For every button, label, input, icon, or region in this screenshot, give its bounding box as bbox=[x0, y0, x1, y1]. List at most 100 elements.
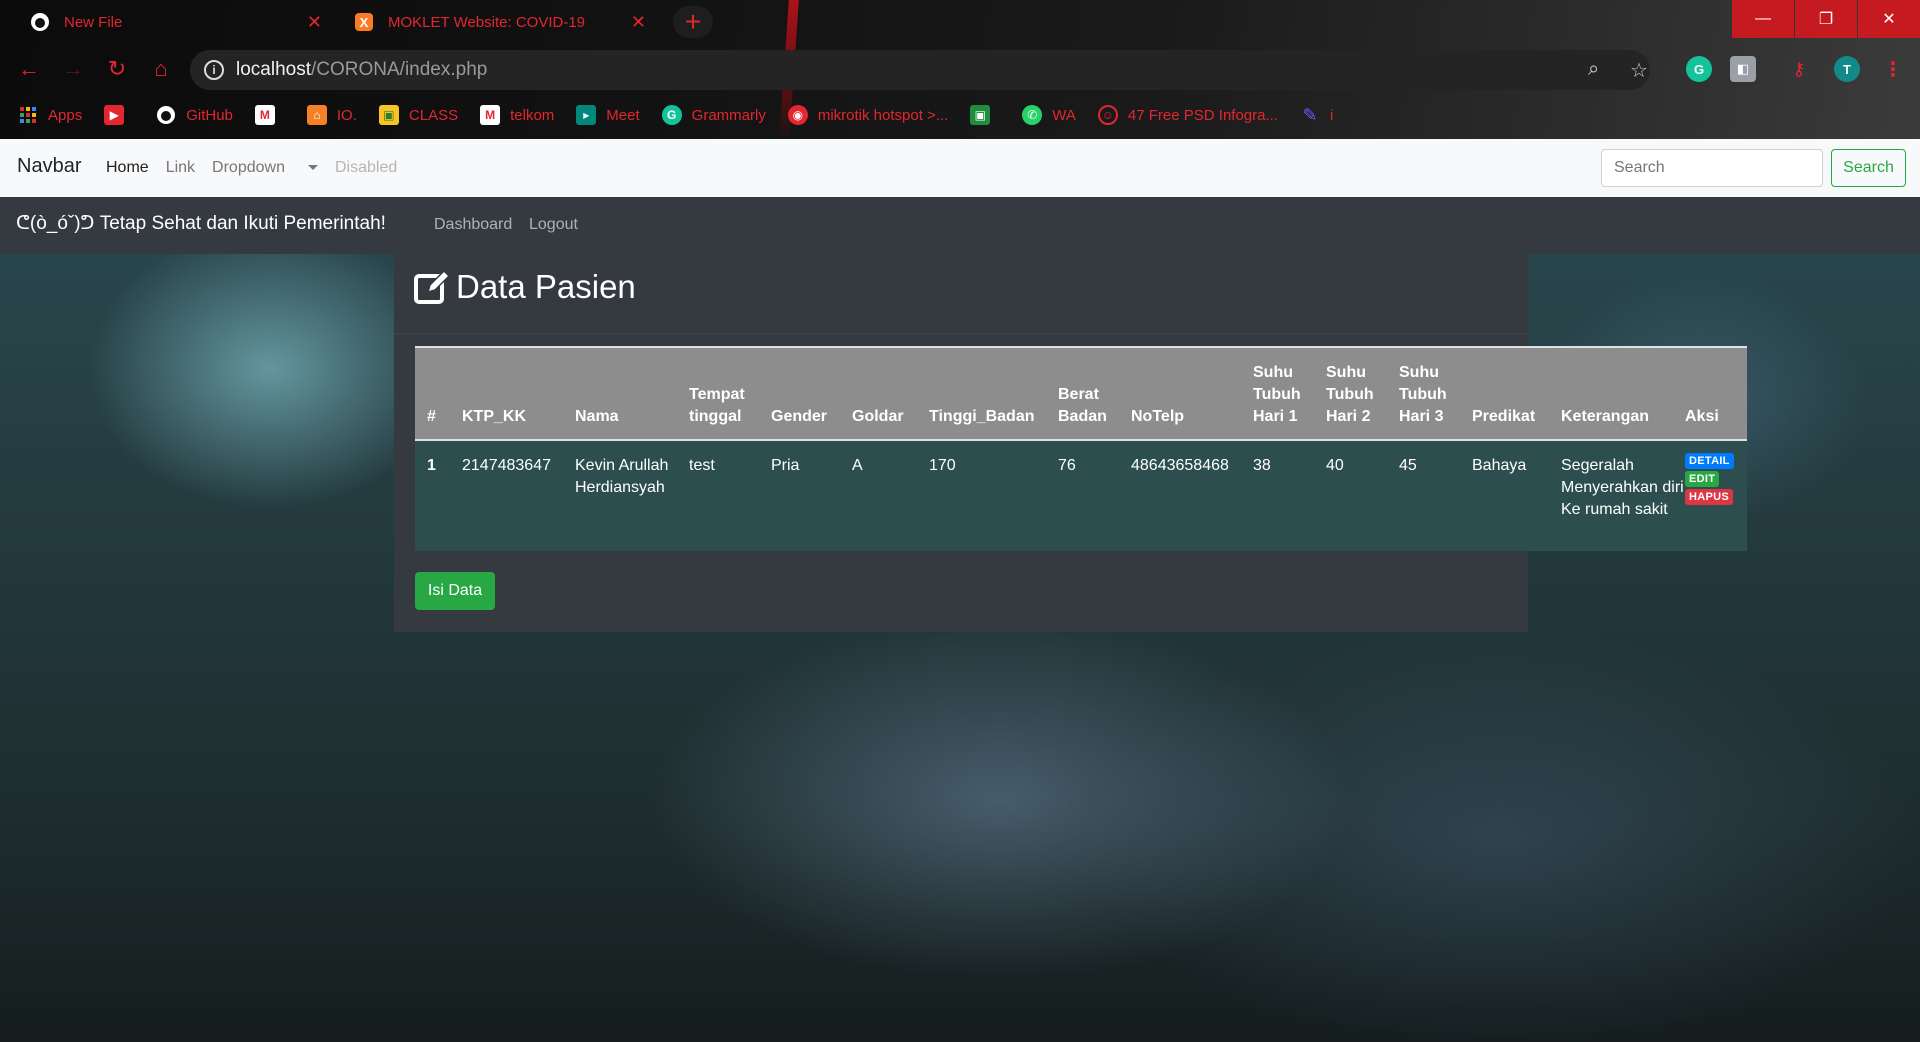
bookmarks-bar: Apps ▶ GitHub M ⌂ IO. ▣ CLASS M telkom ▸ bbox=[0, 98, 1920, 132]
zoom-icon[interactable]: ⌕ bbox=[1588, 58, 1599, 81]
top-navbar: Navbar Home Link Dropdown Disabled Searc… bbox=[0, 139, 1920, 197]
secondary-navbar: ᕦ(ò_óˇ)ᕤ Tetap Sehat dan Ikuti Pemerinta… bbox=[0, 197, 1920, 254]
browser-tab-2[interactable]: X MOKLET Website: COVID-19 ✕ bbox=[340, 4, 658, 40]
bookmark-i[interactable]: ✎ i bbox=[1300, 105, 1333, 125]
bookmark-io[interactable]: ⌂ IO. bbox=[306, 105, 357, 125]
profile-avatar[interactable]: T bbox=[1834, 56, 1860, 82]
add-data-button[interactable]: Isi Data bbox=[415, 572, 495, 610]
grammarly-icon: G bbox=[661, 105, 682, 125]
forward-arrow-icon[interactable]: → bbox=[58, 54, 88, 84]
feather-icon: ✎ bbox=[1302, 104, 1318, 125]
bookmark-telkom[interactable]: M telkom bbox=[480, 105, 554, 125]
col-header-berat: Berat Badan bbox=[1058, 386, 1107, 425]
cell-aksi: DETAIL EDIT HAPUS bbox=[1685, 440, 1747, 551]
bookmark-star-icon[interactable]: ☆ bbox=[1630, 58, 1648, 83]
nav-link[interactable]: Link bbox=[166, 159, 195, 177]
page-title: Data Pasien bbox=[414, 268, 636, 306]
close-tab-icon[interactable]: ✕ bbox=[631, 12, 646, 33]
cell-notelp: 48643658468 bbox=[1131, 457, 1229, 474]
classroom-icon: ▣ bbox=[378, 105, 399, 125]
delete-button[interactable]: HAPUS bbox=[1685, 489, 1734, 505]
bookmark-gmail[interactable]: M bbox=[254, 105, 285, 125]
cell-suhu-2: 40 bbox=[1326, 457, 1344, 474]
nav-home-link[interactable]: Home bbox=[106, 159, 149, 177]
col-header-predikat: Predikat bbox=[1472, 408, 1536, 425]
url-text[interactable]: localhost/CORONA/index.php bbox=[236, 59, 487, 81]
table-header-row: # KTP_KK Nama Tempat tinggal Gender Gold… bbox=[415, 347, 1747, 440]
page-viewport: Navbar Home Link Dropdown Disabled Searc… bbox=[0, 139, 1920, 1042]
search-input[interactable] bbox=[1601, 149, 1823, 187]
site-info-icon[interactable]: i bbox=[204, 60, 224, 80]
gmail-icon: M bbox=[254, 105, 275, 125]
restore-icon[interactable]: ❐ bbox=[1795, 0, 1857, 38]
extension-icon[interactable]: ◧ bbox=[1730, 56, 1756, 82]
bookmark-github[interactable]: GitHub bbox=[156, 105, 233, 125]
address-bar[interactable]: i localhost/CORONA/index.php ⌕ ☆ bbox=[190, 50, 1650, 90]
dropdown-label: Dropdown bbox=[212, 159, 285, 176]
search-button[interactable]: Search bbox=[1831, 149, 1906, 187]
patient-card: Data Pasien # KTP_KK Nama Tempat tinggal… bbox=[394, 254, 1747, 632]
close-window-icon[interactable]: ✕ bbox=[1858, 0, 1920, 38]
whatsapp-icon: ✆ bbox=[1022, 105, 1043, 125]
table-row: 1 2147483647 Kevin Arullah Herdiansyah t… bbox=[415, 440, 1747, 551]
bookmark-grammarly[interactable]: G Grammarly bbox=[661, 105, 766, 125]
bookmark-label: CLASS bbox=[408, 106, 459, 124]
cell-ktp: 2147483647 bbox=[462, 457, 551, 474]
cell-keterangan: Segeralah Menyerahkan diri Ke rumah saki… bbox=[1561, 457, 1684, 518]
dashboard-link[interactable]: Dashboard bbox=[434, 216, 512, 234]
logout-link[interactable]: Logout bbox=[529, 216, 578, 234]
tab-title: MOKLET Website: COVID-19 bbox=[388, 13, 586, 31]
browser-toolbar: ← → ↻ ⌂ i localhost/CORONA/index.php ⌕ ☆… bbox=[0, 46, 1920, 94]
col-header-suhu-2: Suhu Tubuh Hari 2 bbox=[1326, 364, 1374, 425]
github-icon bbox=[156, 105, 176, 125]
bookmark-mikrotik[interactable]: ◉ mikrotik hotspot >... bbox=[787, 105, 948, 125]
card-header: Data Pasien bbox=[394, 254, 1528, 334]
col-header-suhu-3: Suhu Tubuh Hari 3 bbox=[1399, 364, 1447, 425]
bookmark-label: Meet bbox=[606, 106, 640, 124]
bookmark-label: GitHub bbox=[186, 106, 233, 124]
reload-icon[interactable]: ↻ bbox=[102, 54, 132, 84]
edit-button[interactable]: EDIT bbox=[1685, 471, 1720, 487]
nav-dropdown[interactable]: Dropdown bbox=[212, 159, 318, 177]
url-host: localhost bbox=[236, 59, 311, 80]
bookmark-classroom[interactable]: ▣ bbox=[970, 105, 1000, 125]
grammarly-extension-icon[interactable]: G bbox=[1686, 56, 1712, 82]
menu-dots-icon[interactable]: ⋮ bbox=[1880, 56, 1906, 82]
navbar-brand[interactable]: Navbar bbox=[17, 155, 81, 178]
home-icon[interactable]: ⌂ bbox=[146, 54, 176, 84]
patient-table: # KTP_KK Nama Tempat tinggal Gender Gold… bbox=[415, 346, 1747, 551]
bookmark-meet[interactable]: ▸ Meet bbox=[576, 105, 640, 125]
bookmark-label: Grammarly bbox=[691, 106, 766, 124]
close-tab-icon[interactable]: ✕ bbox=[307, 12, 322, 33]
col-header-aksi: Aksi bbox=[1685, 408, 1719, 425]
browser-chrome: New File ✕ X MOKLET Website: COVID-19 ✕ … bbox=[0, 0, 1920, 139]
youtube-icon: ▶ bbox=[104, 105, 125, 125]
github-icon bbox=[30, 12, 50, 32]
browser-tab-1[interactable]: New File ✕ bbox=[16, 4, 334, 40]
col-header-ktp: KTP_KK bbox=[462, 408, 527, 425]
bookmark-label: i bbox=[1329, 106, 1334, 124]
cell-berat: 76 bbox=[1058, 457, 1076, 474]
cell-nama: Kevin Arullah Herdiansyah bbox=[575, 457, 669, 496]
gmail-icon: M bbox=[480, 105, 501, 125]
action-badges: DETAIL EDIT HAPUS bbox=[1685, 453, 1747, 507]
cell-gender: Pria bbox=[771, 457, 800, 474]
minimize-icon[interactable]: — bbox=[1732, 0, 1794, 38]
bookmark-youtube[interactable]: ▶ bbox=[104, 105, 134, 125]
col-header-nama: Nama bbox=[575, 408, 619, 425]
bookmark-wa[interactable]: ✆ WA bbox=[1022, 105, 1076, 125]
caret-down-icon bbox=[307, 165, 318, 171]
bookmark-psd[interactable]: ☺ 47 Free PSD Infogra... bbox=[1097, 105, 1278, 125]
cell-predikat: Bahaya bbox=[1472, 457, 1527, 474]
col-header-keterangan: Keterangan bbox=[1561, 408, 1650, 425]
site-tagline[interactable]: ᕦ(ò_óˇ)ᕤ Tetap Sehat dan Ikuti Pemerinta… bbox=[16, 212, 386, 235]
bookmark-label: telkom bbox=[510, 106, 555, 124]
bookmark-apps[interactable]: Apps bbox=[18, 105, 82, 125]
psd-icon: ☺ bbox=[1097, 105, 1118, 125]
new-tab-button[interactable]: + bbox=[673, 6, 713, 38]
detail-button[interactable]: DETAIL bbox=[1685, 453, 1734, 469]
bookmark-class[interactable]: ▣ CLASS bbox=[378, 105, 459, 125]
xampp-icon: X bbox=[354, 12, 374, 32]
back-arrow-icon[interactable]: ← bbox=[14, 54, 44, 84]
key-icon[interactable]: ⚷ bbox=[1786, 56, 1812, 82]
